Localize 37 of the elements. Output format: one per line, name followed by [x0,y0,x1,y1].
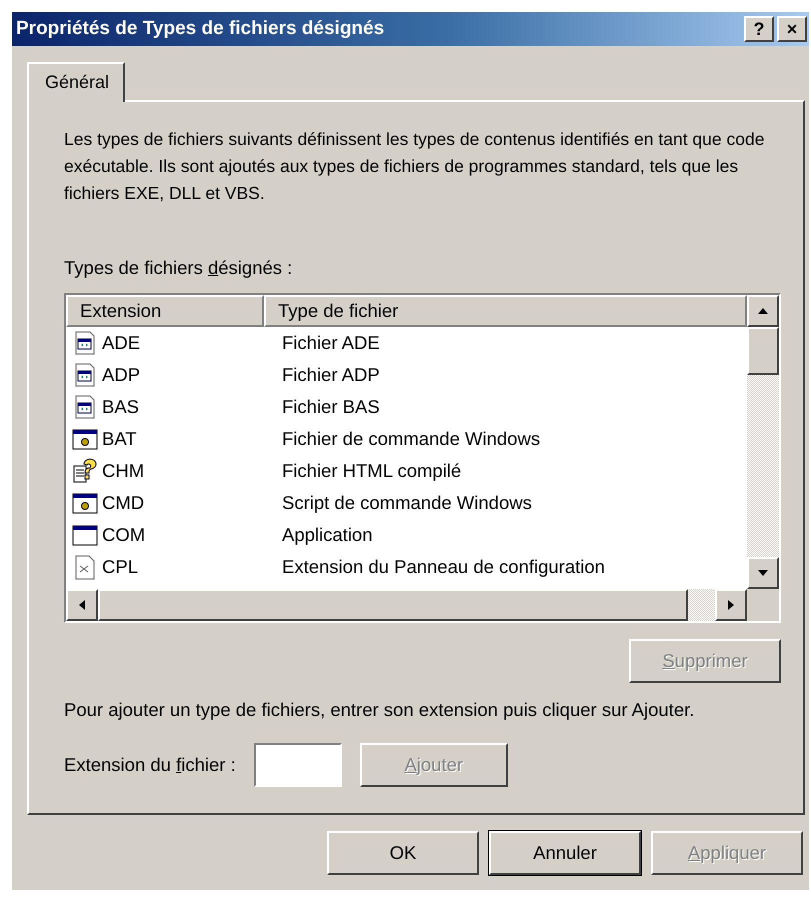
type-cell[interactable]: Fichier HTML compilé [270,460,462,482]
column-header[interactable]: Extension [66,295,264,327]
column-header[interactable]: Type de fichier [264,295,747,327]
type-cell[interactable]: Fichier BAS [270,396,380,418]
add-hint-text: Pour ajouter un type de fichiers, entrer son extension puis cliquer sur Ajouter. [64,699,696,721]
field-label: Extension du fichier : [64,754,236,776]
description-text: Les types de fichiers suivants définissent les types de contenus identifiés en tant que code exécutable. Ils sont ajoutés aux types de fichiers de programmes standard, tels que les fichiers EXE, DLL et VBS. [64,128,766,205]
extension-cell[interactable]: COM [102,524,146,546]
list-label: Types de fichiers désignés : [64,257,294,279]
dialog-button[interactable]: OK [327,831,479,875]
scrollbar-corner [747,589,779,621]
type-cell[interactable]: Fichier ADE [270,332,380,354]
type-cell[interactable]: Extension du Panneau de configuration [270,556,605,578]
extension-cell[interactable]: ADE [102,332,140,354]
scroll-right-button[interactable] [715,589,747,621]
close-button[interactable]: × [777,16,807,42]
type-cell[interactable]: Fichier de commande Windows [270,428,540,450]
type-cell[interactable]: Application [270,524,373,546]
vertical-scrollbar[interactable] [747,295,779,589]
help-button[interactable]: ? [744,16,774,42]
extension-cell[interactable]: CPL [102,556,138,578]
extension-cell[interactable]: BAT [102,428,137,450]
tab[interactable]: Général [27,62,126,102]
help-document-icon [72,458,98,484]
extension-cell[interactable]: ADP [102,364,140,386]
scroll-down-button[interactable] [747,557,779,589]
scroll-thumb[interactable] [747,327,779,375]
extension-input[interactable] [254,743,342,787]
scroll-up-button[interactable] [747,295,779,327]
scroll-left-button[interactable] [66,589,98,621]
extension-cell[interactable]: BAS [102,396,140,418]
dialog-button[interactable]: Annuler [489,831,641,875]
type-cell[interactable]: Fichier ADP [270,364,380,386]
extension-cell[interactable]: CHM [102,460,144,482]
type-cell[interactable]: Script de commande Windows [270,492,532,514]
extension-cell[interactable]: CMD [102,492,144,514]
window-title: Propriétés de Types de fichiers désignés [16,18,384,40]
